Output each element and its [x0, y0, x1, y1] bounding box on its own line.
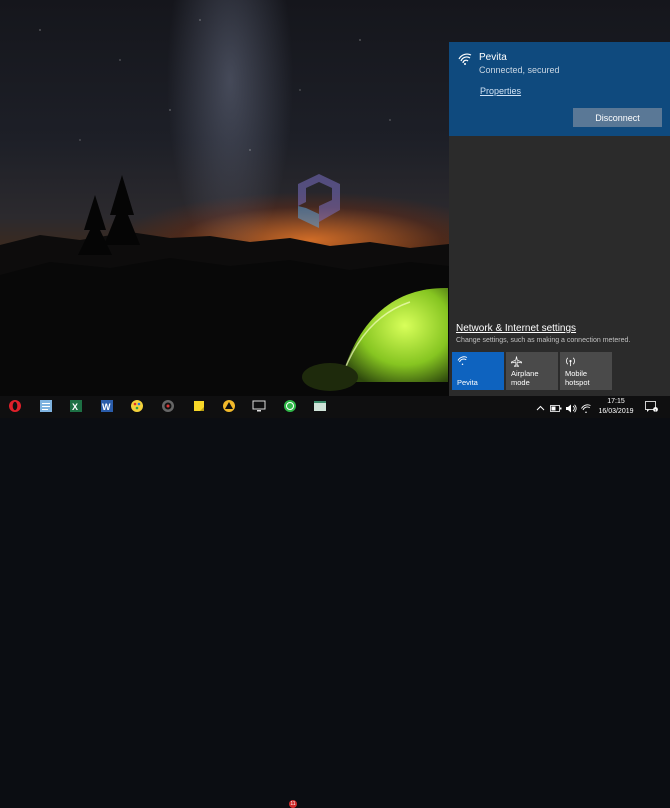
- wifi-icon: [457, 356, 468, 367]
- action-center-icon[interactable]: 1: [645, 400, 658, 412]
- show-hidden-icons-chevron-icon[interactable]: [536, 400, 545, 418]
- network-name: Pevita: [479, 52, 507, 63]
- airplane-icon: [511, 356, 522, 369]
- mobile-hotspot-tile[interactable]: Mobile hotspot: [560, 352, 612, 390]
- network-settings-description: Change settings, such as making a connec…: [456, 337, 631, 344]
- disconnect-button[interactable]: Disconnect: [573, 108, 662, 127]
- clock-time: 17:15: [607, 398, 625, 405]
- airplane-tile-label: Airplane mode: [511, 369, 539, 387]
- sticky-notes-icon[interactable]: [192, 399, 206, 413]
- clock-date: 16/03/2019: [598, 408, 634, 415]
- hotspot-icon: [565, 356, 576, 369]
- system-clock[interactable]: 17:15 16/03/2019: [596, 397, 636, 417]
- whatsapp-icon[interactable]: [283, 399, 297, 413]
- wifi-toggle-tile[interactable]: Pevita: [452, 352, 504, 390]
- paint-icon[interactable]: [130, 399, 144, 413]
- svg-text:W: W: [102, 402, 111, 412]
- connected-network-card[interactable]: Pevita Connected, secured Properties Dis…: [449, 42, 670, 136]
- notepad-icon[interactable]: [39, 399, 53, 413]
- wifi-icon[interactable]: [580, 400, 592, 418]
- volume-icon[interactable]: [565, 400, 577, 418]
- app-window-icon[interactable]: [313, 399, 327, 413]
- battery-icon[interactable]: [550, 400, 562, 418]
- taskbar: X W 11 17:15 16/03/2019 1: [0, 396, 670, 808]
- wifi-icon: [458, 52, 472, 70]
- display-icon[interactable]: [252, 399, 266, 413]
- properties-link[interactable]: Properties: [480, 86, 521, 96]
- opera-icon[interactable]: [8, 399, 22, 413]
- green-tent: [302, 287, 448, 391]
- network-status: Connected, secured: [479, 65, 560, 75]
- hotspot-tile-label: Mobile hotspot: [565, 369, 590, 387]
- svg-text:X: X: [72, 402, 78, 412]
- word-icon[interactable]: W: [100, 399, 114, 413]
- excel-icon[interactable]: X: [69, 399, 83, 413]
- camera-app-icon[interactable]: [161, 399, 175, 413]
- drive-icon[interactable]: [222, 399, 236, 413]
- wifi-tile-label: Pevita: [457, 378, 478, 387]
- network-settings-link[interactable]: Network & Internet settings: [456, 323, 576, 334]
- whatsapp-badge: 11: [289, 800, 297, 808]
- airplane-mode-tile[interactable]: Airplane mode: [506, 352, 558, 390]
- network-flyout: Pevita Connected, secured Properties Dis…: [449, 42, 670, 396]
- watermark-logo: [298, 174, 340, 228]
